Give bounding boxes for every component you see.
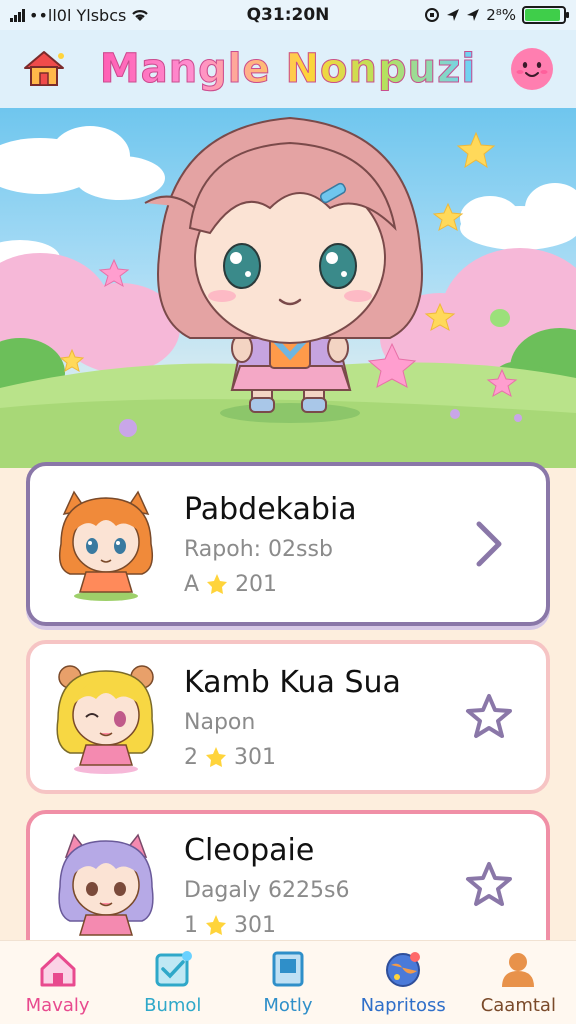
character-avatar: [58, 490, 154, 601]
battery-percent: 2⁸%: [486, 6, 516, 24]
card-subtitle: Dagaly 6225s6: [184, 877, 350, 903]
card-rating: A 201: [184, 572, 454, 597]
rating-prefix: A: [184, 571, 200, 597]
card-title: Kamb Kua Sua: [184, 664, 401, 700]
nav-item-bumol[interactable]: Bumol: [118, 949, 228, 1016]
bottom-nav: Mavaly Bumol Motly Napritoss Caamtal: [0, 940, 576, 1024]
status-bar: ••ll0l Ylsbcs Q31:20N 2⁸%: [0, 0, 576, 30]
nav-item-napritoss[interactable]: Napritoss: [348, 949, 458, 1016]
status-left: ••ll0l Ylsbcs: [10, 6, 210, 25]
wifi-icon: [132, 10, 149, 21]
nav-label: Mavaly: [25, 995, 90, 1016]
chevron-right-icon: [476, 521, 502, 567]
card-rating: 2 301: [184, 745, 454, 770]
home-button[interactable]: [18, 43, 70, 95]
location-icon: [447, 9, 460, 21]
character-avatar: [56, 665, 154, 774]
nav-item-home[interactable]: Mavaly: [3, 949, 113, 1016]
hero-banner: [0, 108, 576, 468]
nav-label: Bumol: [144, 995, 202, 1016]
favorite-button[interactable]: [454, 850, 524, 920]
location-arrow-icon: [467, 9, 480, 21]
book-icon: [272, 951, 304, 987]
card-info: Kamb Kua Sua Napon 2 301: [166, 665, 454, 770]
status-time: Q31:20N: [246, 5, 330, 25]
lock-rotation-icon: [425, 8, 440, 22]
card-subtitle: Napon: [184, 709, 256, 735]
home-icon: [40, 952, 76, 987]
card-rating: 1 301: [184, 913, 454, 938]
globe-icon: [386, 952, 421, 987]
card-title: Cleopaie: [184, 832, 315, 868]
profile-icon: [502, 953, 535, 987]
hero-illustration: [0, 116, 576, 468]
card-subtitle: Rapoh: 02ssb: [184, 536, 333, 562]
nav-item-motly[interactable]: Motly: [233, 949, 343, 1016]
open-button[interactable]: [454, 509, 524, 579]
favorite-button[interactable]: [454, 682, 524, 752]
star-icon: [206, 915, 226, 935]
list-item[interactable]: Pabdekabia Rapoh: 02ssb A 201: [26, 462, 550, 626]
nav-item-profile[interactable]: Caamtal: [463, 949, 573, 1016]
signal-icon: [10, 8, 25, 22]
card-info: Pabdekabia Rapoh: 02ssb A 201: [166, 492, 454, 597]
star-outline-icon: [466, 694, 512, 738]
status-right: 2⁸%: [366, 6, 569, 24]
star-outline-icon: [466, 862, 512, 906]
rating-prefix: 1: [184, 912, 198, 938]
list-item[interactable]: Kamb Kua Sua Napon 2 301: [26, 640, 550, 794]
rating-value: 301: [234, 912, 276, 938]
app-header: Mangle Nonpuzi: [0, 30, 576, 108]
nav-label: Caamtal: [480, 995, 556, 1016]
list-item[interactable]: Cleopaie Dagaly 6225s6 1 301: [26, 810, 550, 960]
star-icon: [207, 574, 228, 594]
checklist-icon: [155, 951, 192, 987]
home-icon: [24, 51, 64, 86]
nav-label: Motly: [263, 995, 313, 1016]
rating-value: 201: [235, 571, 278, 597]
profile-button[interactable]: [506, 43, 558, 95]
card-info: Cleopaie Dagaly 6225s6 1 301: [166, 833, 454, 938]
rating-value: 301: [234, 744, 276, 770]
carrier-label: ••ll0l Ylsbcs: [29, 5, 127, 25]
card-title: Pabdekabia: [184, 491, 357, 527]
character-avatar: [58, 833, 154, 936]
star-icon: [206, 747, 226, 767]
battery-icon: [522, 6, 569, 24]
app-title: Mangle Nonpuzi: [99, 46, 477, 93]
nav-label: Napritoss: [360, 995, 446, 1016]
smiley-face-icon: [511, 48, 553, 90]
rating-prefix: 2: [184, 744, 198, 770]
